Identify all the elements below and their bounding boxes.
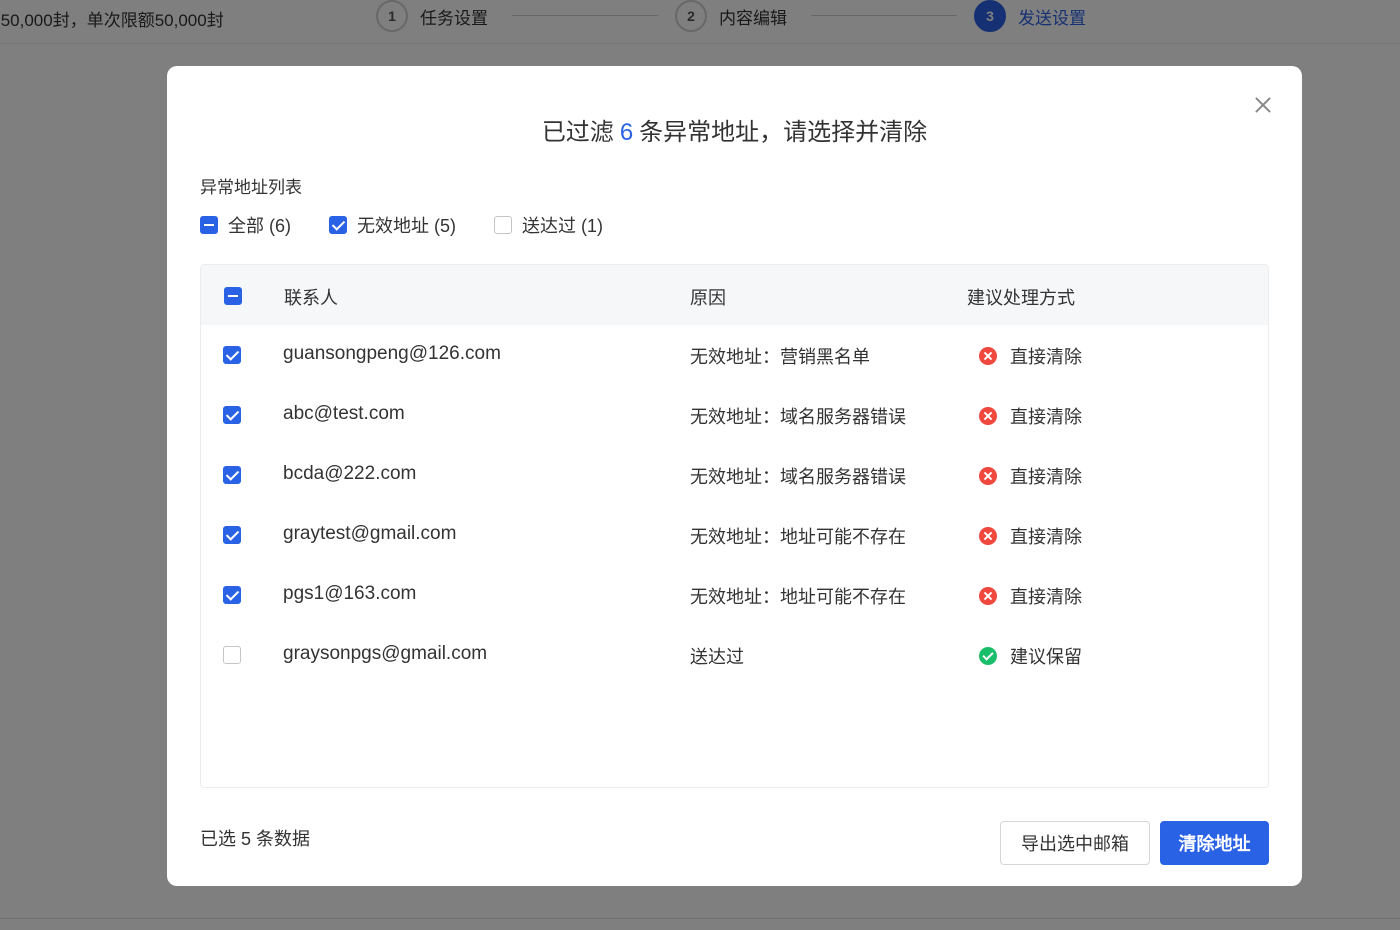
action-label: 直接清除 xyxy=(1010,587,1082,607)
table-row[interactable]: guansongpeng@126.com 无效地址：营销黑名单 直接清除 xyxy=(201,325,1268,385)
title-suffix: 条异常地址，请选择并清除 xyxy=(639,119,928,146)
filter-label: 全部 (6) xyxy=(228,216,291,236)
reason-text: 送达过 xyxy=(690,647,744,667)
table-row[interactable]: abc@test.com 无效地址：域名服务器错误 直接清除 xyxy=(201,385,1268,445)
export-selected-button[interactable]: 导出选中邮箱 xyxy=(1000,821,1150,865)
filter-delivered[interactable]: 送达过 (1) xyxy=(494,212,603,238)
select-all-checkbox[interactable] xyxy=(224,287,242,305)
selected-count: 已选 5 条数据 xyxy=(200,829,311,849)
suggested-action: 直接清除 xyxy=(979,463,1082,489)
contact-email: pgs1@163.com xyxy=(283,583,417,604)
table-row[interactable]: graytest@gmail.com 无效地址：地址可能不存在 直接清除 xyxy=(201,505,1268,565)
reason-text: 无效地址：域名服务器错误 xyxy=(690,407,906,427)
suggested-action: 直接清除 xyxy=(979,403,1082,429)
filtered-count: 6 xyxy=(619,119,634,146)
table-row[interactable]: bcda@222.com 无效地址：域名服务器错误 直接清除 xyxy=(201,445,1268,505)
error-circle-icon xyxy=(979,467,997,485)
reason-text: 无效地址：地址可能不存在 xyxy=(690,587,906,607)
action-label: 直接清除 xyxy=(1010,527,1082,547)
suggested-action: 直接清除 xyxy=(979,583,1082,609)
action-label: 直接清除 xyxy=(1010,407,1082,427)
filter-delivered-checkbox[interactable] xyxy=(494,216,512,234)
action-label: 直接清除 xyxy=(1010,467,1082,487)
abnormal-address-dialog: 已过滤 6 条异常地址，请选择并清除 异常地址列表 全部 (6) 无效地址 (5) … xyxy=(167,66,1302,886)
filter-invalid[interactable]: 无效地址 (5) xyxy=(329,212,456,238)
row-checkbox[interactable] xyxy=(223,526,241,544)
row-checkbox[interactable] xyxy=(223,406,241,424)
column-header-action: 建议处理方式 xyxy=(967,288,1075,308)
contact-email: graysonpgs@gmail.com xyxy=(283,643,488,664)
table-row[interactable]: pgs1@163.com 无效地址：地址可能不存在 直接清除 xyxy=(201,565,1268,625)
error-circle-icon xyxy=(979,527,997,545)
action-label: 直接清除 xyxy=(1010,347,1082,367)
suggested-action: 直接清除 xyxy=(979,343,1082,369)
suggested-action: 建议保留 xyxy=(979,643,1082,669)
column-header-reason: 原因 xyxy=(690,288,726,308)
reason-text: 无效地址：营销黑名单 xyxy=(690,347,870,367)
filter-label: 送达过 (1) xyxy=(522,216,603,236)
filter-label: 无效地址 (5) xyxy=(357,216,456,236)
table-header: 联系人 原因 建议处理方式 xyxy=(201,265,1268,325)
contact-email: guansongpeng@126.com xyxy=(283,343,501,364)
error-circle-icon xyxy=(979,587,997,605)
address-table: 联系人 原因 建议处理方式 guansongpeng@126.com 无效地址：… xyxy=(200,264,1269,788)
filter-all[interactable]: 全部 (6) xyxy=(200,212,291,238)
row-checkbox[interactable] xyxy=(223,466,241,484)
contact-email: abc@test.com xyxy=(283,403,405,424)
suggested-action: 直接清除 xyxy=(979,523,1082,549)
reason-text: 无效地址：地址可能不存在 xyxy=(690,527,906,547)
row-checkbox[interactable] xyxy=(223,646,241,664)
row-checkbox[interactable] xyxy=(223,346,241,364)
title-prefix: 已过滤 xyxy=(541,119,614,146)
column-header-contact: 联系人 xyxy=(284,288,338,308)
filter-all-checkbox[interactable] xyxy=(200,216,218,234)
check-circle-icon xyxy=(979,647,997,665)
clear-addresses-button[interactable]: 清除地址 xyxy=(1160,821,1269,865)
dialog-title: 已过滤 6 条异常地址，请选择并清除 xyxy=(167,112,1302,147)
filter-group: 全部 (6) 无效地址 (5) 送达过 (1) xyxy=(200,213,641,237)
error-circle-icon xyxy=(979,407,997,425)
row-checkbox[interactable] xyxy=(223,586,241,604)
contact-email: graytest@gmail.com xyxy=(283,523,457,544)
filter-invalid-checkbox[interactable] xyxy=(329,216,347,234)
reason-text: 无效地址：域名服务器错误 xyxy=(690,467,906,487)
error-circle-icon xyxy=(979,347,997,365)
action-label: 建议保留 xyxy=(1010,647,1082,667)
contact-email: bcda@222.com xyxy=(283,463,417,484)
table-row[interactable]: graysonpgs@gmail.com 送达过 建议保留 xyxy=(201,625,1268,685)
section-label: 异常地址列表 xyxy=(200,178,302,197)
